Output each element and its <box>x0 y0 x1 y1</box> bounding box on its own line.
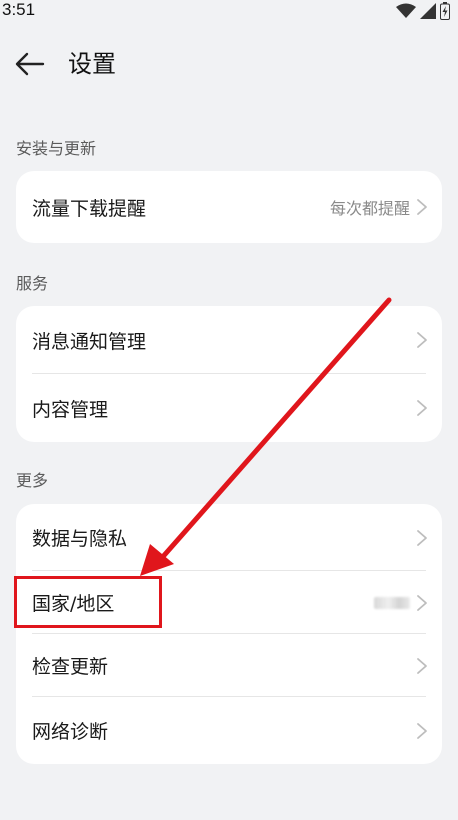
section-title-install-update: 安装与更新 <box>16 139 97 158</box>
row-right <box>416 399 428 417</box>
chevron-right-icon <box>417 529 427 546</box>
row-check-update[interactable]: 检查更新 <box>16 634 442 697</box>
row-label: 网络诊断 <box>32 721 109 743</box>
back-button[interactable] <box>12 46 48 82</box>
wifi-icon <box>396 3 416 23</box>
header: 设置 <box>0 40 458 88</box>
battery-icon <box>440 2 450 24</box>
row-traffic-download-reminder[interactable]: 流量下载提醒 每次都提醒 <box>16 171 442 243</box>
card-service: 消息通知管理 内容管理 <box>16 306 442 442</box>
chevron-right-icon <box>417 722 427 739</box>
row-label: 国家/地区 <box>32 593 115 615</box>
section-title-service: 服务 <box>16 274 49 293</box>
row-right <box>416 657 428 675</box>
chevron-right-icon <box>417 594 427 611</box>
status-time: 3:51 <box>2 0 36 19</box>
row-network-diagnosis[interactable]: 网络诊断 <box>16 697 442 764</box>
row-label: 内容管理 <box>32 398 109 421</box>
chevron-right-icon <box>417 332 427 348</box>
row-label: 消息通知管理 <box>32 330 147 353</box>
row-content-management[interactable]: 内容管理 <box>16 374 442 442</box>
row-message-notification[interactable]: 消息通知管理 <box>16 306 442 374</box>
row-right <box>416 722 428 740</box>
card-install-update: 流量下载提醒 每次都提醒 <box>16 171 442 243</box>
card-more: 数据与隐私 国家/地区 检查更新 网络诊断 <box>16 504 442 764</box>
chevron-right-icon <box>417 657 427 674</box>
chevron-right-icon <box>417 400 427 416</box>
row-right <box>416 529 428 547</box>
row-country-region[interactable]: 国家/地区 <box>16 571 442 634</box>
signal-icon <box>420 3 436 23</box>
row-label: 流量下载提醒 <box>32 197 147 220</box>
page-title: 设置 <box>68 50 116 78</box>
status-bar: 3:51 <box>0 0 458 24</box>
chevron-right-icon <box>417 199 427 215</box>
row-data-privacy[interactable]: 数据与隐私 <box>16 504 442 571</box>
arrow-left-icon <box>15 52 45 76</box>
row-label: 数据与隐私 <box>32 528 128 550</box>
section-title-more: 更多 <box>16 471 49 490</box>
status-icons <box>396 2 450 24</box>
row-value: 每次都提醒 <box>329 199 410 218</box>
row-right <box>416 331 428 349</box>
blurred-value <box>374 596 410 609</box>
row-right <box>374 594 428 612</box>
row-right: 每次都提醒 <box>330 195 428 219</box>
row-label: 检查更新 <box>32 656 109 678</box>
